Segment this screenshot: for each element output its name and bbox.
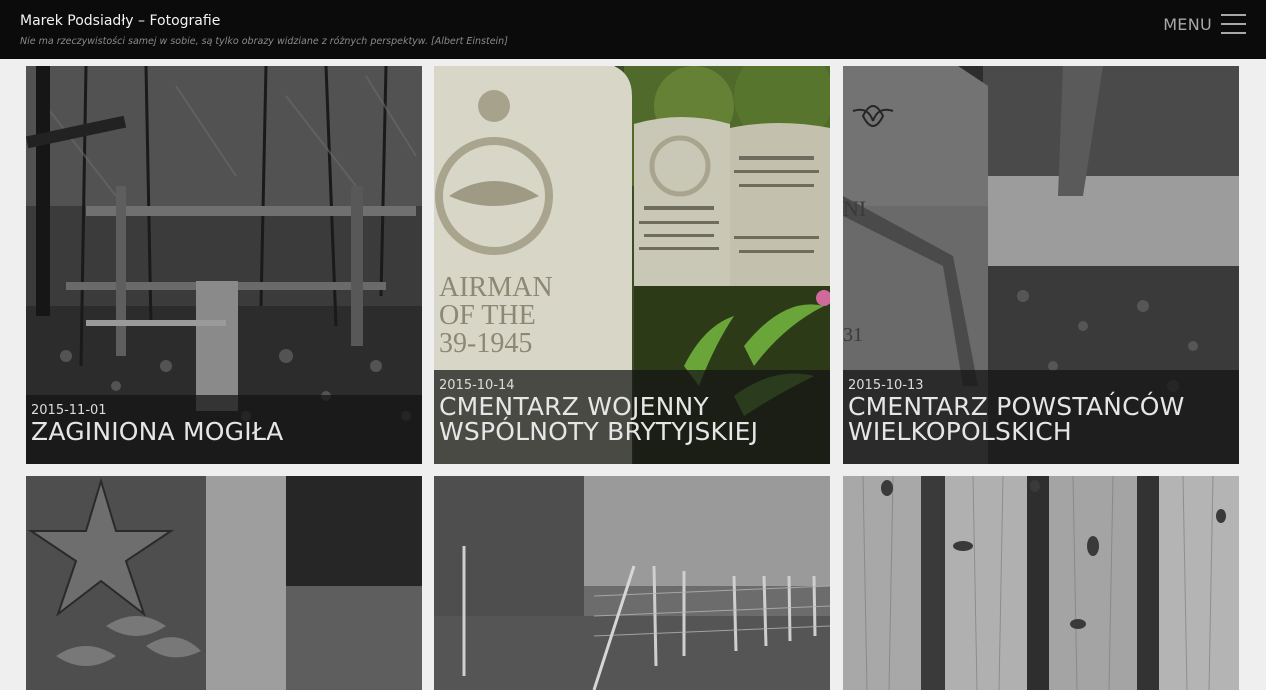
site-title[interactable]: Marek Podsiadły – Fotografie xyxy=(20,13,220,29)
post-tile[interactable] xyxy=(843,476,1239,690)
post-tile[interactable]: AIRMAN OF THE 39-1945 2015-10-14 Cmentar… xyxy=(434,66,830,464)
post-thumbnail[interactable] xyxy=(434,476,830,690)
post-caption[interactable]: 2015-10-14 Cmentarz Wojenny Wspólnoty Br… xyxy=(434,370,830,464)
post-date: 2015-10-14 xyxy=(439,378,515,393)
post-tile[interactable]: 2015-11-01 Zaginiona mogiła xyxy=(26,66,422,464)
post-caption[interactable]: 2015-10-13 Cmentarz Powstańców Wielkopol… xyxy=(843,370,1239,464)
menu-button[interactable]: MENU xyxy=(1163,12,1246,36)
post-tile[interactable] xyxy=(434,476,830,690)
menu-label[interactable]: MENU xyxy=(1163,15,1212,34)
site-motto: Nie ma rzeczywistości samej w sobie, są … xyxy=(20,36,508,47)
post-caption[interactable]: 2015-11-01 Zaginiona mogiła xyxy=(26,395,422,464)
post-date: 2015-11-01 xyxy=(31,403,107,418)
post-title[interactable]: Cmentarz Wojenny Wspólnoty Brytyjskiej xyxy=(439,394,825,444)
post-tile[interactable] xyxy=(26,476,422,690)
site-header: Marek Podsiadły – Fotografie Nie ma rzec… xyxy=(0,0,1266,59)
post-date: 2015-10-13 xyxy=(848,378,924,393)
svg-text:39-1945: 39-1945 xyxy=(439,328,532,359)
svg-text:31: 31 xyxy=(843,324,863,346)
post-title[interactable]: Cmentarz Powstańców Wielkopolskich xyxy=(848,394,1234,444)
post-tile[interactable]: NI 31 2015-10-13 Cmentarz Powstańców Wie… xyxy=(843,66,1239,464)
hamburger-icon[interactable] xyxy=(1221,14,1246,34)
post-thumbnail[interactable] xyxy=(843,476,1239,690)
svg-text:AIRMAN: AIRMAN xyxy=(439,272,553,303)
post-title[interactable]: Zaginiona mogiła xyxy=(31,419,417,444)
post-thumbnail[interactable] xyxy=(26,476,422,690)
svg-text:NI: NI xyxy=(843,196,866,221)
svg-text:OF THE: OF THE xyxy=(439,300,536,331)
